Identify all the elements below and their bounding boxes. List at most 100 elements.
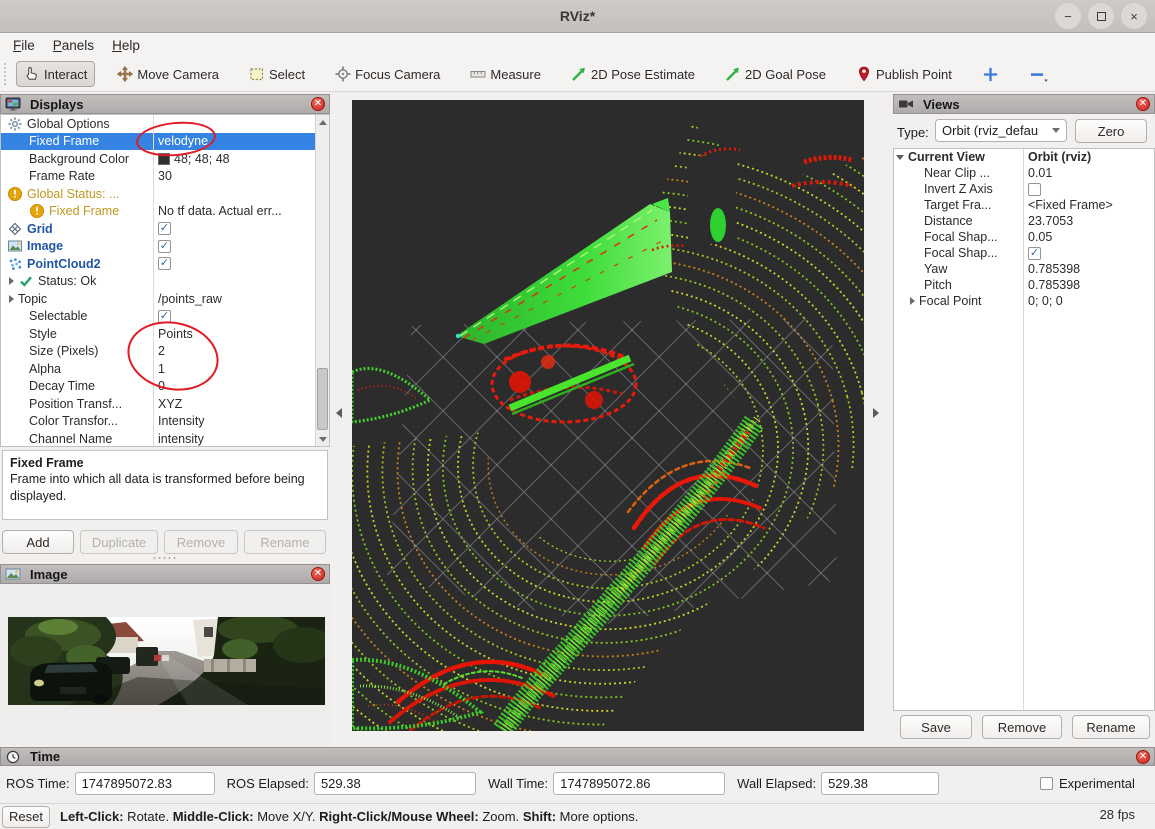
tree-row-target-fra-[interactable]: Target Fra...<Fixed Frame> — [894, 197, 1154, 213]
time-field-input[interactable]: 529.38 — [314, 772, 476, 795]
expander-icon[interactable] — [896, 155, 904, 160]
toolbar: Interact Move Camera Select Focus Camera Mea… — [0, 57, 1155, 92]
scrollbar-thumb[interactable] — [317, 368, 328, 430]
time-close-icon[interactable]: ✕ — [1136, 750, 1150, 764]
tree-row-fixed-frame[interactable]: Fixed FrameNo tf data. Actual err... — [1, 203, 329, 221]
close-button[interactable]: × — [1121, 3, 1147, 29]
tree-row-topic[interactable]: Topic/points_raw — [1, 290, 329, 308]
views-panel-header: Views ✕ — [893, 94, 1155, 114]
toolbar-drag-handle[interactable] — [3, 62, 8, 86]
rename-button: Rename — [244, 530, 326, 554]
time-field-input[interactable]: 529.38 — [821, 772, 939, 795]
tree-row-near-clip-[interactable]: Near Clip ...0.01 — [894, 165, 1154, 181]
expander-icon[interactable] — [9, 277, 14, 285]
displays-scrollbar[interactable] — [315, 115, 329, 446]
checkbox[interactable]: ✓ — [158, 257, 171, 270]
time-panel-title: Time — [30, 749, 60, 764]
tree-row-grid[interactable]: Grid✓ — [1, 220, 329, 238]
experimental-checkbox[interactable]: Experimental — [1040, 776, 1135, 791]
views-column-divider[interactable] — [1023, 149, 1024, 710]
tree-row-frame-rate[interactable]: Frame Rate30 — [1, 168, 329, 186]
property-help-box: Fixed Frame Frame into which all data is… — [2, 450, 328, 520]
menu-help[interactable]: Help — [103, 36, 149, 55]
scroll-up-icon[interactable] — [316, 115, 330, 129]
camera-image — [8, 617, 325, 705]
menu-panels[interactable]: Panels — [44, 36, 103, 55]
views-close-icon[interactable]: ✕ — [1136, 97, 1150, 111]
tree-row-status-ok[interactable]: Status: Ok — [1, 273, 329, 291]
titlebar: RViz* − × — [0, 0, 1155, 33]
tree-row-focal-point[interactable]: Focal Point0; 0; 0 — [894, 293, 1154, 309]
tree-row-focal-shap-[interactable]: Focal Shap...✓ — [894, 245, 1154, 261]
minimize-button[interactable]: − — [1055, 3, 1081, 29]
interact-icon — [24, 66, 40, 82]
time-field-input[interactable]: 1747895072.83 — [75, 772, 215, 795]
tree-row-current-view[interactable]: Current ViewOrbit (rviz) — [894, 149, 1154, 165]
tree-row-pitch[interactable]: Pitch0.785398 — [894, 277, 1154, 293]
ok-icon — [18, 273, 34, 289]
tree-row-invert-z-axis[interactable]: Invert Z Axis — [894, 181, 1154, 197]
add-button[interactable]: Add — [2, 530, 74, 554]
tree-row-yaw[interactable]: Yaw0.785398 — [894, 261, 1154, 277]
panel-splitter-handle[interactable] — [152, 556, 178, 560]
reset-button[interactable]: Reset — [2, 806, 50, 828]
tool-2d-pose-estimate[interactable]: 2D Pose Estimate — [563, 61, 703, 87]
clock-icon — [5, 750, 21, 764]
publish-pin-icon — [856, 66, 872, 82]
scroll-down-icon[interactable] — [316, 432, 330, 446]
checkbox[interactable]: ✓ — [158, 240, 171, 253]
tree-row-channel-name[interactable]: Channel Nameintensity — [1, 430, 329, 447]
view-type-dropdown[interactable]: Orbit (rviz_defau — [935, 119, 1067, 142]
tool-measure[interactable]: Measure — [462, 61, 549, 87]
tool-2d-goal-pose[interactable]: 2D Goal Pose — [717, 61, 834, 87]
focus-camera-icon — [335, 66, 351, 82]
tree-row-image[interactable]: Image✓ — [1, 238, 329, 256]
tree-row-position-transf-[interactable]: Position Transf...XYZ — [1, 395, 329, 413]
tree-row-distance[interactable]: Distance23.7053 — [894, 213, 1154, 229]
rename-button[interactable]: Rename — [1072, 715, 1150, 739]
expander-icon[interactable] — [9, 295, 14, 303]
image-panel-icon — [5, 566, 21, 582]
3d-viewport[interactable] — [352, 100, 864, 731]
views-panel-icon — [898, 96, 914, 112]
zero-button[interactable]: Zero — [1075, 119, 1147, 143]
pose-arrow-icon — [725, 66, 741, 82]
tool-minus[interactable] — [1021, 61, 1059, 88]
image-panel-header: Image ✕ — [0, 564, 330, 584]
displays-tree: Global OptionsFixed FramevelodyneBackgro… — [0, 114, 330, 447]
splitter-collapse-right[interactable] — [871, 404, 881, 422]
view-type-label: Type: — [897, 125, 929, 140]
tool-select[interactable]: Select — [241, 61, 313, 87]
maximize-button[interactable] — [1088, 3, 1114, 29]
displays-panel-header: Displays ✕ — [0, 94, 330, 114]
tree-row-color-transfor-[interactable]: Color Transfor...Intensity — [1, 413, 329, 431]
tool-plus[interactable] — [974, 61, 1007, 88]
tool-move-camera[interactable]: Move Camera — [109, 61, 227, 87]
time-fields: ROS Time:1747895072.83ROS Elapsed:529.38… — [6, 772, 1149, 795]
tool-publish-point[interactable]: Publish Point — [848, 61, 960, 87]
image-panel-body — [0, 584, 330, 745]
duplicate-button: Duplicate — [80, 530, 158, 554]
tool-interact[interactable]: Interact — [16, 61, 95, 87]
time-field-label: Wall Time: — [488, 776, 548, 791]
tree-row-pointcloud2[interactable]: PointCloud2✓ — [1, 255, 329, 273]
splitter-collapse-left[interactable] — [334, 404, 344, 422]
image-close-icon[interactable]: ✕ — [311, 567, 325, 581]
checkbox[interactable]: ✓ — [1028, 247, 1041, 260]
checkbox[interactable]: ✓ — [158, 222, 171, 235]
displays-column-divider[interactable] — [153, 115, 154, 446]
tree-row-global-status-[interactable]: Global Status: ... — [1, 185, 329, 203]
checkbox[interactable] — [1028, 183, 1041, 196]
displays-close-icon[interactable]: ✕ — [311, 97, 325, 111]
tree-row-focal-shap-[interactable]: Focal Shap...0.05 — [894, 229, 1154, 245]
displays-button-row: AddDuplicateRemoveRename — [2, 530, 328, 554]
pose-arrow-icon — [571, 66, 587, 82]
time-field-input[interactable]: 1747895072.86 — [553, 772, 725, 795]
remove-button[interactable]: Remove — [982, 715, 1062, 739]
statusbar: Reset Left-Click: Rotate. Middle-Click: … — [0, 803, 1155, 829]
plus-icon — [982, 66, 999, 83]
menu-file[interactable]: File — [4, 36, 44, 55]
save-button[interactable]: Save — [900, 715, 972, 739]
expander-icon[interactable] — [910, 297, 915, 305]
tool-focus-camera[interactable]: Focus Camera — [327, 61, 448, 87]
